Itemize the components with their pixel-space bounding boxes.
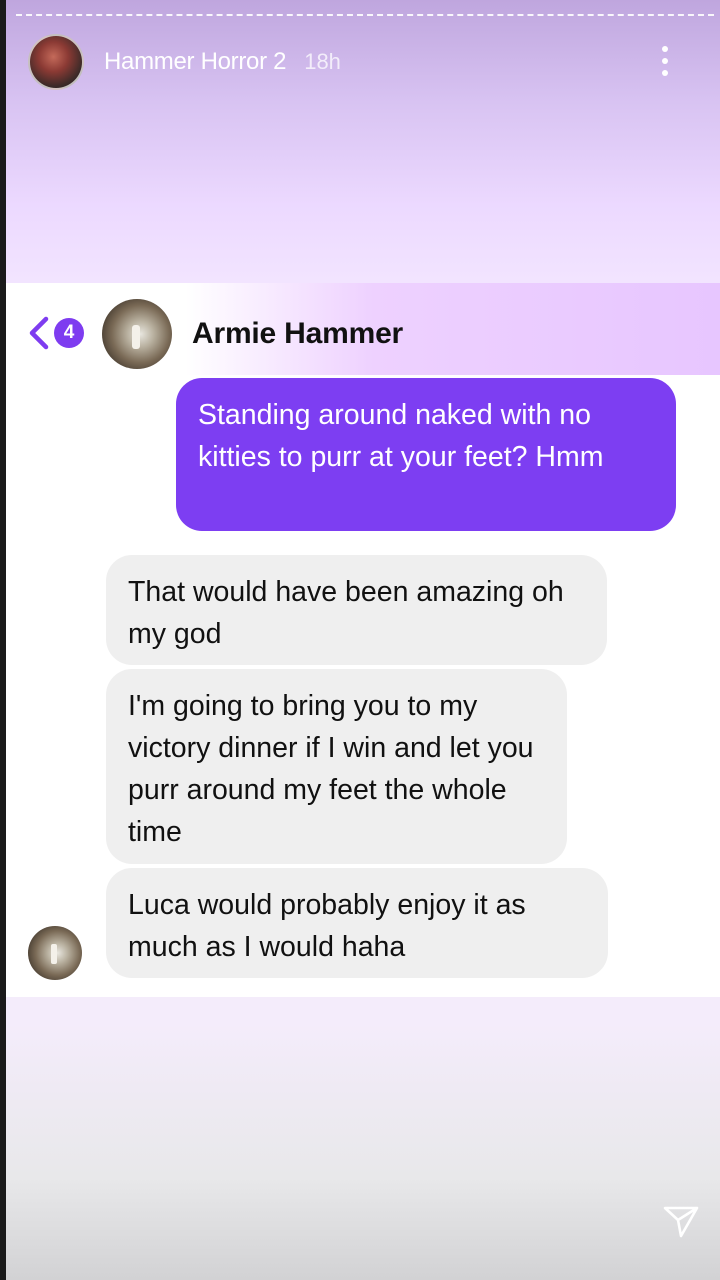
message-incoming[interactable]: That would have been amazing oh my god <box>106 555 607 665</box>
story-timestamp: 18h <box>304 49 341 74</box>
message-incoming[interactable]: Luca would probably enjoy it as much as … <box>106 868 608 978</box>
contact-avatar[interactable] <box>102 299 172 369</box>
chevron-left-icon[interactable] <box>24 313 54 353</box>
story-header: Hammer Horror 2 18h <box>28 32 700 92</box>
story-avatar[interactable] <box>28 34 84 90</box>
unread-badge: 4 <box>54 318 84 348</box>
story-viewer: Hammer Horror 2 18h 4 Armie Hammer Stand… <box>6 0 720 1280</box>
more-options-icon[interactable] <box>660 46 670 76</box>
message-outgoing[interactable]: Standing around naked with no kitties to… <box>176 378 676 531</box>
story-progress-bar <box>16 14 714 16</box>
dm-screenshot: 4 Armie Hammer Standing around naked wit… <box>6 283 720 997</box>
sender-avatar <box>28 926 82 980</box>
message-incoming[interactable]: I'm going to bring you to my victory din… <box>106 669 567 864</box>
contact-name[interactable]: Armie Hammer <box>192 317 403 351</box>
back-button[interactable]: 4 <box>24 313 84 353</box>
send-icon[interactable] <box>662 1202 700 1240</box>
story-username[interactable]: Hammer Horror 2 <box>104 48 287 76</box>
